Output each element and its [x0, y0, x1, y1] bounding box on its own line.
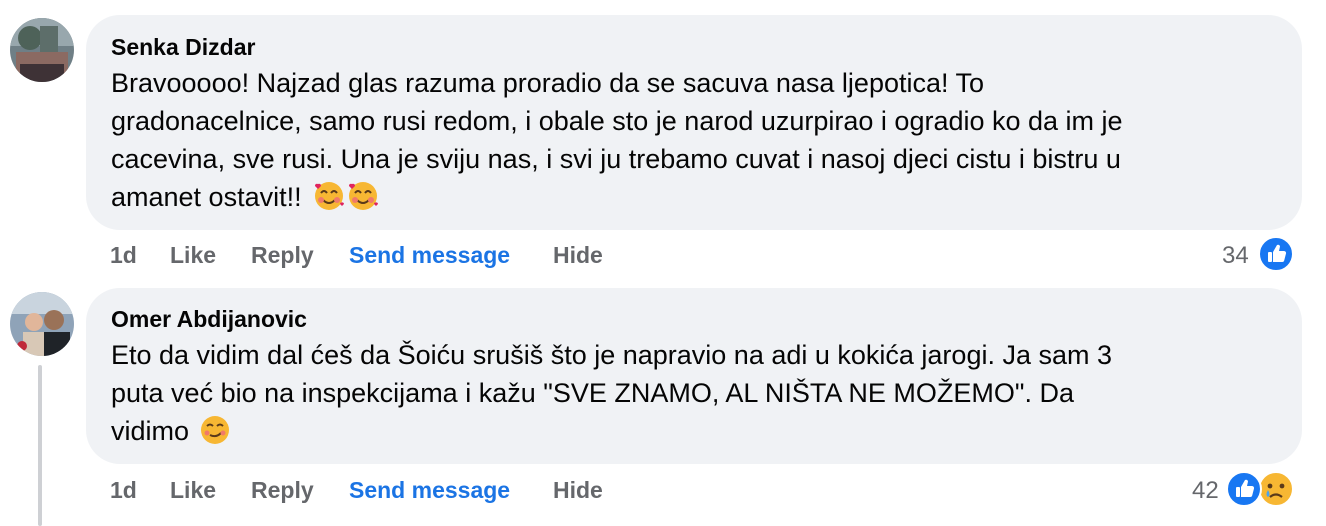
send-message-button[interactable]: Send message: [349, 242, 510, 269]
comment-timestamp[interactable]: 1d: [110, 477, 137, 504]
hide-button[interactable]: Hide: [553, 242, 603, 269]
avatar[interactable]: [10, 18, 74, 82]
smiling-face-with-hearts-icon: [346, 180, 380, 222]
comment-author[interactable]: Senka Dizdar: [111, 34, 255, 61]
reply-button[interactable]: Reply: [251, 242, 314, 269]
like-button[interactable]: Like: [170, 242, 216, 269]
comment-text-line: Bravooooo! Najzad glas razuma proradio d…: [111, 68, 985, 98]
comment-bubble: Omer Abdijanovic Eto da vidim dal ćeš da…: [86, 288, 1302, 464]
like-icon: [1258, 236, 1294, 279]
comment-text-line: cacevina, sve rusi. Una je sviju nas, i …: [111, 144, 1121, 174]
comment-text: Eto da vidim dal ćeš da Šoiću srušiš što…: [111, 336, 1112, 450]
send-message-button[interactable]: Send message: [349, 477, 510, 504]
sad-face-icon: [1258, 471, 1294, 514]
like-button[interactable]: Like: [170, 477, 216, 504]
avatar-photo: [10, 18, 74, 82]
smiling-face-with-hearts-icon: [312, 180, 346, 222]
comment-author[interactable]: Omer Abdijanovic: [111, 306, 307, 333]
comment-text-line: puta već bio na inspekcijama i kažu "SVE…: [111, 378, 1074, 408]
smirking-face-icon: [199, 414, 231, 456]
comment-text: Bravooooo! Najzad glas razuma proradio d…: [111, 64, 1123, 216]
reaction-summary[interactable]: 34: [1220, 236, 1300, 278]
like-icon: [1226, 471, 1262, 514]
comment-text-line: gradonacelnice, samo rusi redom, i obale…: [111, 106, 1123, 136]
reaction-count: 42: [1192, 477, 1219, 504]
comment-timestamp[interactable]: 1d: [110, 242, 137, 269]
reply-button[interactable]: Reply: [251, 477, 314, 504]
comment-text-line: vidimo: [111, 412, 1112, 450]
avatar[interactable]: [10, 292, 74, 356]
comment-text-line: amanet ostavit!!: [111, 182, 302, 212]
hide-button[interactable]: Hide: [553, 477, 603, 504]
comment-text-line: Eto da vidim dal ćeš da Šoiću srušiš što…: [111, 340, 1113, 370]
avatar-photo: [10, 292, 74, 356]
comment-bubble: Senka Dizdar Bravooooo! Najzad glas razu…: [86, 15, 1302, 230]
reaction-summary[interactable]: 42: [1190, 471, 1300, 513]
thread-line: [38, 365, 42, 526]
reaction-count: 34: [1222, 242, 1249, 269]
comment-text-line: amanet ostavit!!: [111, 178, 1123, 216]
comment-text-line: vidimo: [111, 416, 190, 446]
